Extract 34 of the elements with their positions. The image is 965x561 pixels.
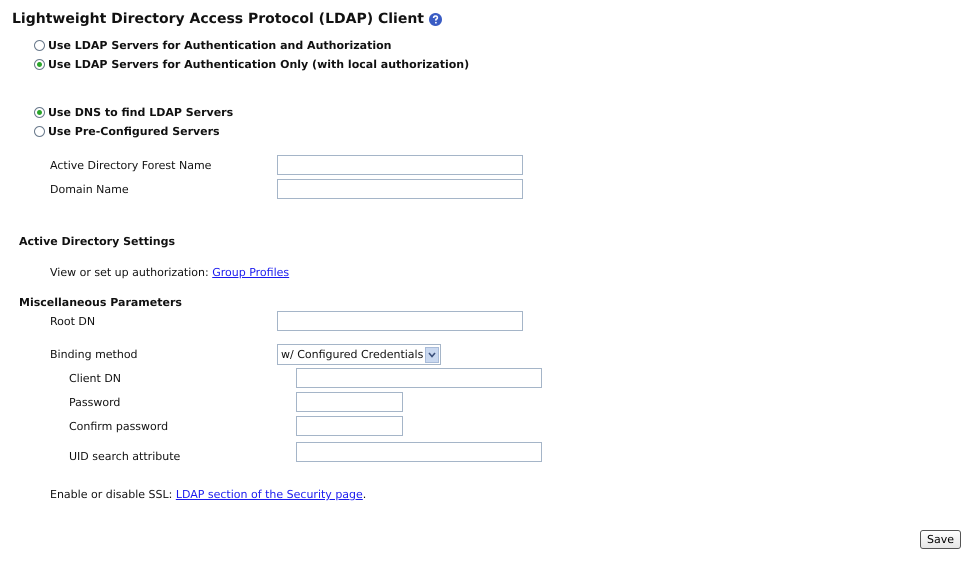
help-icon[interactable] <box>429 12 442 26</box>
security-page-link[interactable]: LDAP section of the Security page <box>176 488 363 501</box>
binding-method-dropdown[interactable]: w/ Configured Credentials <box>277 344 441 365</box>
text-field[interactable] <box>277 155 523 175</box>
ssl-text: Enable or disable SSL: LDAP section of the Security page. <box>50 488 368 501</box>
radio-label: Use Pre-Configured Servers <box>48 125 220 138</box>
authorization-text: View or set up authorization: Group Profiles <box>50 266 290 279</box>
caret-icon <box>425 346 439 362</box>
radio-label: Use LDAP Servers for Authentication Only (with local authorization) <box>48 58 470 71</box>
text-field[interactable] <box>296 368 542 388</box>
radio-button[interactable] <box>34 126 45 137</box>
field-label: Password <box>69 396 122 408</box>
text-field[interactable] <box>277 311 523 331</box>
page-title: Lightweight Directory Access Protocol (LDAP) Client <box>12 11 424 27</box>
field-label: UID search attribute <box>69 449 182 463</box>
field-label: Binding method <box>50 348 139 361</box>
group-profiles-link[interactable]: Group Profiles <box>212 266 290 279</box>
password-field[interactable] <box>296 416 403 436</box>
text-field[interactable] <box>277 179 523 199</box>
field-label: Active Directory Forest Name <box>50 158 212 172</box>
field-label: Domain Name <box>50 182 130 196</box>
section-heading: Miscellaneous Parameters <box>19 296 183 309</box>
radio-button[interactable] <box>34 107 45 118</box>
radio-label: Use DNS to find LDAP Servers <box>48 106 234 119</box>
radio-label: Use LDAP Servers for Authentication and Authorization <box>48 39 392 52</box>
save-button[interactable]: Save <box>920 530 961 549</box>
field-label: Client DN <box>69 372 122 384</box>
field-label: Root DN <box>50 314 96 328</box>
radio-button[interactable] <box>34 59 45 70</box>
text-field[interactable] <box>296 442 542 462</box>
radio-button[interactable] <box>34 40 45 51</box>
field-label: Confirm password <box>69 420 170 432</box>
password-field[interactable] <box>296 392 403 412</box>
section-heading: Active Directory Settings <box>19 235 176 248</box>
